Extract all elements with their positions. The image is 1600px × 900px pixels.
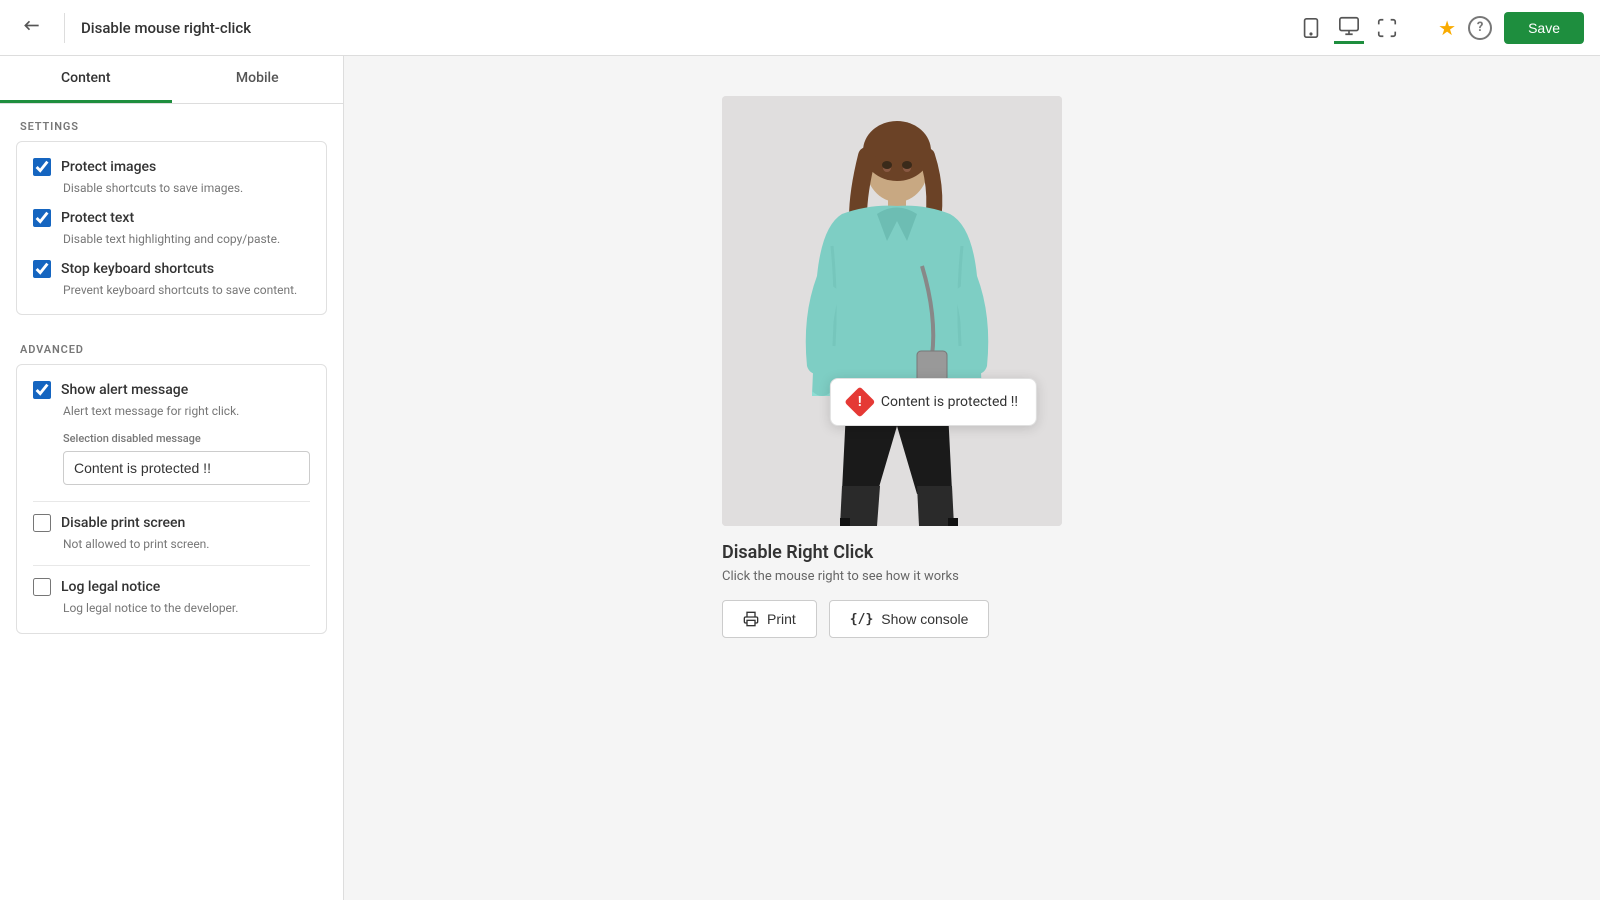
- disable-print-label[interactable]: Disable print screen: [61, 515, 185, 531]
- alert-popup-text: Content is protected !!: [881, 394, 1018, 410]
- stop-keyboard-checkbox[interactable]: [33, 260, 51, 278]
- tab-mobile[interactable]: Mobile: [172, 56, 344, 103]
- advanced-section-label: ADVANCED: [0, 327, 343, 364]
- console-button-label: Show console: [881, 611, 968, 627]
- console-icon: {/}: [850, 612, 873, 627]
- disable-print-checkbox[interactable]: [33, 514, 51, 532]
- header-separator: [64, 13, 65, 43]
- advanced-card: Show alert message Alert text message fo…: [16, 364, 327, 633]
- disable-print-desc: Not allowed to print screen.: [33, 536, 310, 553]
- settings-section-label: SETTINGS: [0, 104, 343, 141]
- protect-text-checkbox[interactable]: [33, 209, 51, 227]
- desktop-icon-button[interactable]: [1334, 11, 1364, 44]
- model-background: [722, 96, 1062, 526]
- tablet-icon-button[interactable]: [1296, 13, 1326, 43]
- model-svg: [722, 96, 1062, 526]
- print-button-label: Print: [767, 611, 796, 627]
- top-header: Disable mouse right-click ★ ? Save: [0, 0, 1600, 56]
- alert-popup-icon: [844, 386, 875, 417]
- protect-text-row: Protect text: [33, 209, 310, 227]
- back-button[interactable]: [16, 12, 48, 44]
- preview-content: Content is protected !! Disable Right Cl…: [722, 96, 1222, 638]
- show-console-button[interactable]: {/} Show console: [829, 600, 990, 638]
- stop-keyboard-label[interactable]: Stop keyboard shortcuts: [61, 261, 214, 277]
- divider: [33, 501, 310, 502]
- show-alert-desc: Alert text message for right click.: [33, 403, 310, 420]
- log-legal-checkbox[interactable]: [33, 578, 51, 596]
- log-legal-row: Log legal notice: [33, 578, 310, 596]
- tabs: Content Mobile: [0, 56, 343, 104]
- preview-buttons: Print {/} Show console: [722, 600, 989, 638]
- selection-disabled-input[interactable]: [63, 451, 310, 485]
- log-legal-label[interactable]: Log legal notice: [61, 579, 160, 595]
- log-legal-desc: Log legal notice to the developer.: [33, 600, 310, 617]
- protect-text-label[interactable]: Protect text: [61, 210, 134, 226]
- preview-subtitle: Click the mouse right to see how it work…: [722, 569, 959, 584]
- protect-images-label[interactable]: Protect images: [61, 159, 156, 175]
- selection-disabled-label: Selection disabled message: [63, 432, 310, 445]
- protect-images-checkbox[interactable]: [33, 158, 51, 176]
- print-button[interactable]: Print: [722, 600, 817, 638]
- save-button[interactable]: Save: [1504, 12, 1584, 44]
- stop-keyboard-row: Stop keyboard shortcuts: [33, 260, 310, 278]
- tab-content[interactable]: Content: [0, 56, 172, 103]
- left-panel: Content Mobile SETTINGS Protect images D…: [0, 56, 344, 900]
- settings-card: Protect images Disable shortcuts to save…: [16, 141, 327, 315]
- star-icon[interactable]: ★: [1438, 16, 1456, 40]
- main-layout: Content Mobile SETTINGS Protect images D…: [0, 56, 1600, 900]
- show-alert-checkbox[interactable]: [33, 381, 51, 399]
- help-icon[interactable]: ?: [1468, 16, 1492, 40]
- preview-title: Disable Right Click: [722, 542, 873, 563]
- show-alert-row: Show alert message: [33, 381, 310, 399]
- protect-text-desc: Disable text highlighting and copy/paste…: [33, 231, 310, 248]
- preview-area: Content is protected !! Disable Right Cl…: [344, 56, 1600, 900]
- protect-images-row: Protect images: [33, 158, 310, 176]
- show-alert-label[interactable]: Show alert message: [61, 382, 188, 398]
- selection-disabled-container: Selection disabled message: [33, 432, 310, 489]
- page-title: Disable mouse right-click: [81, 19, 1284, 37]
- fullscreen-icon-button[interactable]: [1372, 13, 1402, 43]
- stop-keyboard-desc: Prevent keyboard shortcuts to save conte…: [33, 282, 310, 299]
- device-icons: [1296, 11, 1402, 44]
- preview-image-container: Content is protected !!: [722, 96, 1062, 526]
- header-right: ★ ? Save: [1438, 12, 1584, 44]
- alert-popup: Content is protected !!: [830, 378, 1037, 426]
- divider2: [33, 565, 310, 566]
- print-icon: [743, 611, 759, 627]
- protect-images-desc: Disable shortcuts to save images.: [33, 180, 310, 197]
- disable-print-row: Disable print screen: [33, 514, 310, 532]
